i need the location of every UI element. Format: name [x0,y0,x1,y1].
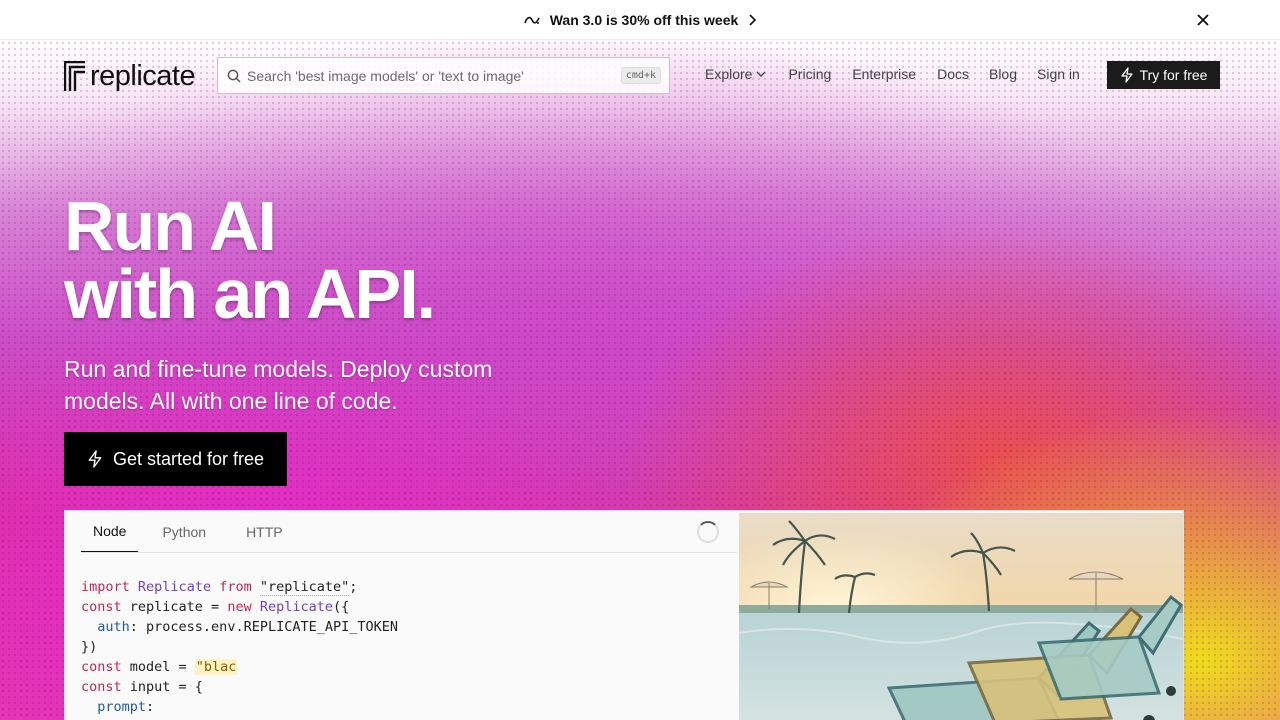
lightning-icon [88,450,102,468]
code-line: const input = { [81,679,203,695]
try-for-free-button[interactable]: Try for free [1107,61,1220,89]
nav-enterprise[interactable]: Enterprise [852,66,916,82]
search-icon [227,69,241,83]
loading-spinner-icon [697,521,719,543]
replicate-logo-icon [64,61,85,91]
chevron-down-icon [757,71,766,77]
code-line: }) [81,639,98,655]
pool-scene-image [739,513,1183,720]
code-line: const replicate = new Replicate({ [81,599,350,615]
announcement-bar[interactable]: Wan 3.0 is 30% off this week [0,0,1280,40]
nav-blog[interactable]: Blog [989,66,1017,82]
code-line: import Replicate from "replicate"; [81,579,358,596]
language-tabs: Node Python HTTP [81,511,295,553]
logo-text: replicate [90,60,196,92]
chevron-right-icon [749,13,757,26]
code-block: import Replicate from "replicate"; const … [81,577,398,717]
search-placeholder: Search 'best image models' or 'text to i… [247,67,524,84]
output-image [739,513,1183,720]
announcement-text: Wan 3.0 is 30% off this week [549,11,739,28]
search-input[interactable]: Search 'best image models' or 'text to i… [217,57,670,94]
code-line: const model = "blac [81,659,238,675]
hero-subhead: Run and fine-tune models. Deploy custom … [64,356,493,414]
code-line: auth: process.env.REPLICATE_API_TOKEN [97,619,398,635]
get-started-button[interactable]: Get started for free [64,432,287,486]
tab-python[interactable]: Python [150,511,218,553]
replicate-logo[interactable]: replicate [64,60,196,92]
nav-sign-in[interactable]: Sign in [1037,66,1080,82]
tab-divider [81,552,737,553]
code-line: prompt: [97,699,155,715]
nav-links: Explore Pricing Enterprise Docs Blog Sig… [705,66,1080,82]
main-nav: replicate Search 'best image models' or … [0,40,1280,112]
nav-explore[interactable]: Explore [705,66,766,82]
lightning-icon [1120,67,1133,83]
search-shortcut: cmd+k [620,67,661,84]
page-title: Run AI with an API. [64,187,436,333]
nav-pricing[interactable]: Pricing [788,66,831,82]
code-example-panel: Node Python HTTP import Replicate from "… [64,510,1184,720]
tab-node[interactable]: Node [81,511,139,553]
tab-http[interactable]: HTTP [234,511,295,553]
wave-logo-icon [523,16,540,24]
close-icon[interactable] [1194,11,1212,29]
announcement-link[interactable]: Wan 3.0 is 30% off this week [523,11,757,28]
nav-docs[interactable]: Docs [937,66,969,82]
